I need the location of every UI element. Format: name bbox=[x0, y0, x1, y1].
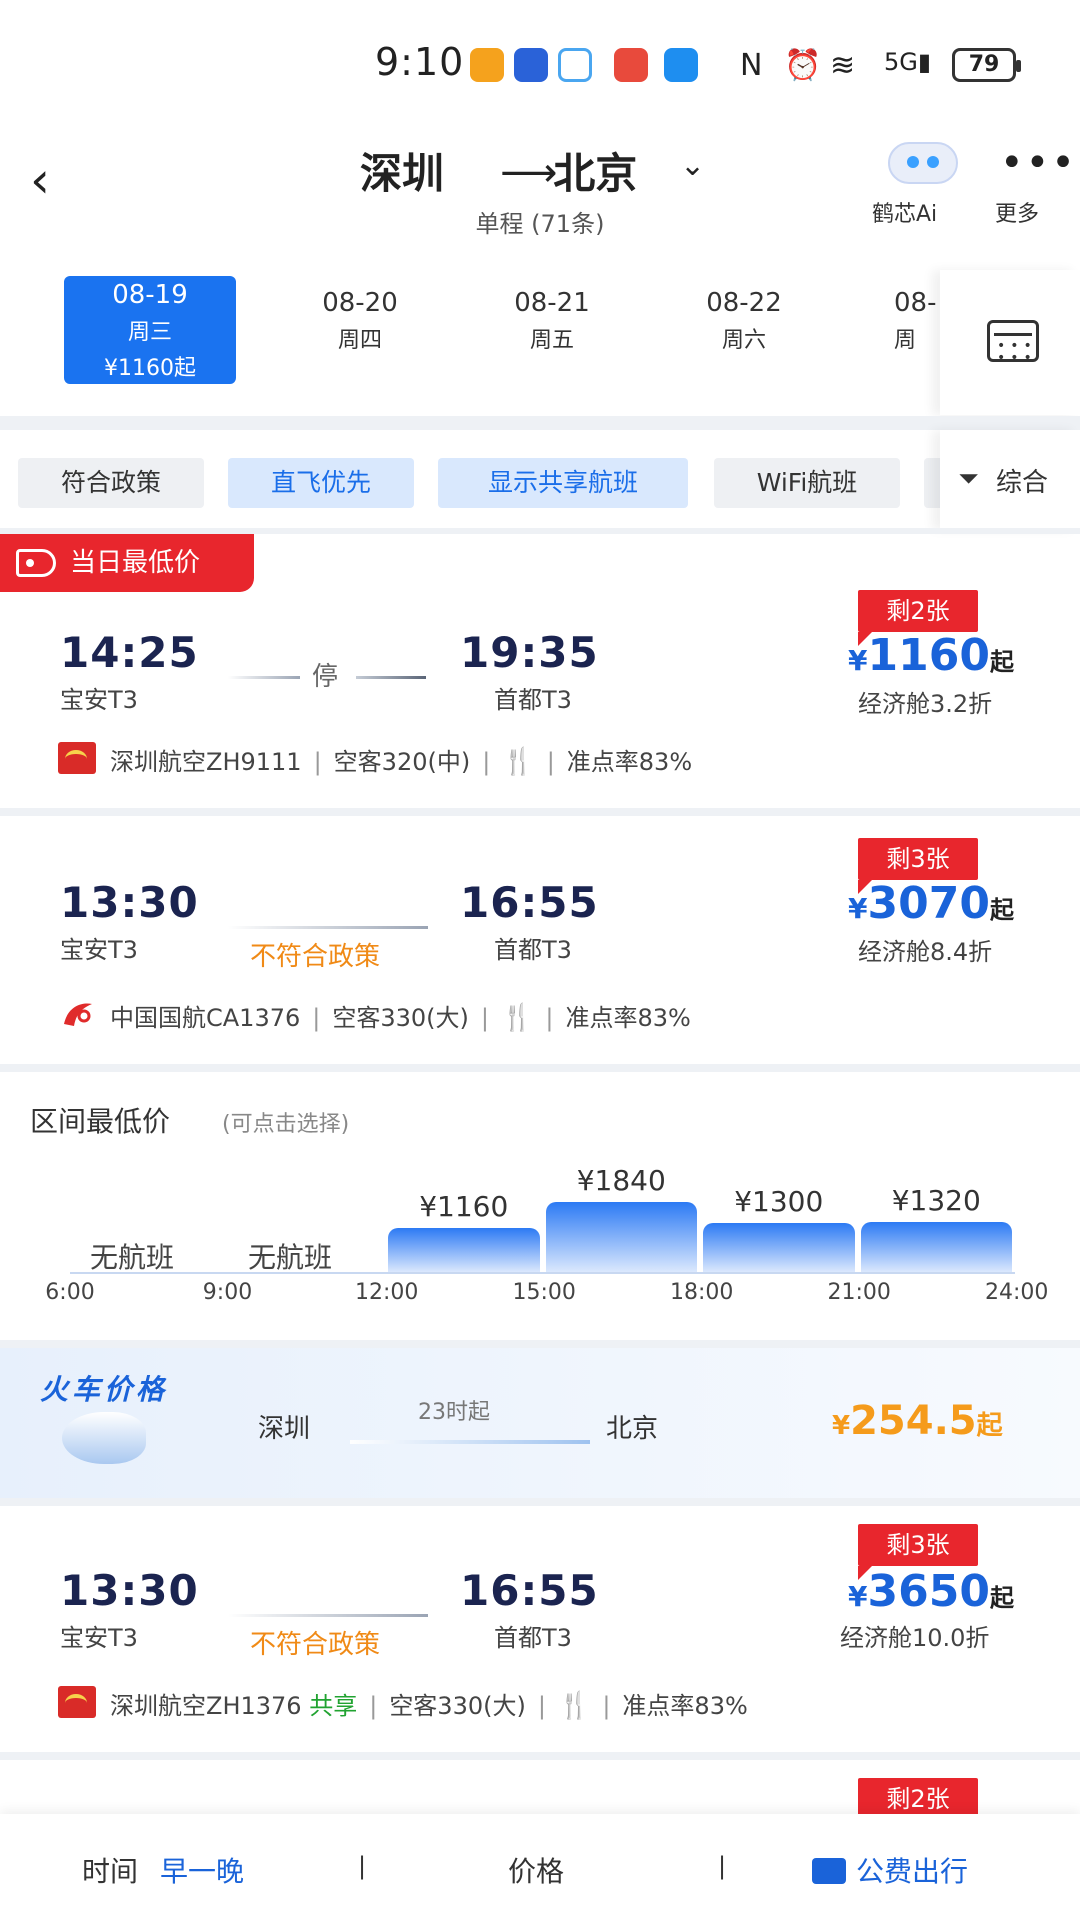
time-tick-label: 21:00 bbox=[827, 1280, 891, 1305]
back-button[interactable]: ‹ bbox=[30, 152, 76, 212]
interval-bar[interactable] bbox=[388, 1228, 540, 1272]
filter-chip-shared[interactable]: 显示共享航班 bbox=[438, 458, 688, 508]
date-tab[interactable]: 08- 周 bbox=[850, 278, 940, 384]
date-tab-active[interactable]: 08-19 周三 ¥1160起 bbox=[64, 276, 236, 384]
date-tab[interactable]: 08-22 周六 bbox=[658, 278, 830, 384]
time-tick-label: 18:00 bbox=[670, 1280, 734, 1305]
more-icon[interactable]: ••• bbox=[1000, 143, 1077, 183]
interval-bar-label: ¥1840 bbox=[576, 1164, 666, 1197]
bottom-separator: | bbox=[718, 1852, 727, 1880]
filter-chip-policy[interactable]: 符合政策 bbox=[18, 458, 204, 508]
interval-bar[interactable] bbox=[703, 1223, 855, 1272]
chat-icon bbox=[558, 48, 592, 82]
status-bar: 9:10 N ⏰ ≋ 5G▮ 79 bbox=[0, 0, 1080, 120]
card-divider bbox=[0, 1498, 1080, 1506]
currency-symbol: ¥ bbox=[832, 1411, 851, 1441]
date-tab[interactable]: 08-21 周五 bbox=[466, 278, 638, 384]
briefcase-icon[interactable] bbox=[812, 1858, 846, 1884]
interval-bar-label: ¥1160 bbox=[419, 1190, 509, 1223]
filter-chip-direct[interactable]: 直飞优先 bbox=[228, 458, 414, 508]
card-divider bbox=[0, 1340, 1080, 1348]
app-notification-icon bbox=[514, 48, 548, 82]
time-tick-label: 6:00 bbox=[45, 1280, 95, 1305]
weekday-label: 周三 bbox=[127, 320, 172, 345]
interval-subtitle: (可点击选择) bbox=[222, 1112, 350, 1137]
date-label: 08- bbox=[894, 288, 937, 318]
weekday-label: 周 bbox=[894, 328, 917, 353]
ai-assistant-label[interactable]: 鹤芯Ai bbox=[872, 196, 937, 228]
app-notification-icon bbox=[664, 48, 698, 82]
interval-bar-label: ¥1300 bbox=[734, 1185, 824, 1218]
train-icon bbox=[62, 1412, 146, 1464]
card-divider bbox=[0, 808, 1080, 816]
flight-card[interactable] bbox=[0, 1506, 1080, 1750]
more-label[interactable]: 更多 bbox=[995, 196, 1039, 228]
robot-icon[interactable] bbox=[888, 142, 958, 184]
battery-icon: 79 bbox=[952, 48, 1021, 82]
weekday-label: 周四 bbox=[337, 328, 382, 353]
time-tick-label: 15:00 bbox=[512, 1280, 576, 1305]
status-time: 9:10 bbox=[375, 40, 465, 84]
flight-card[interactable] bbox=[0, 534, 1080, 804]
card-divider bbox=[0, 1064, 1080, 1072]
weekday-label: 周六 bbox=[721, 328, 766, 353]
origin-city: 深圳 bbox=[360, 149, 445, 198]
sort-time-order[interactable]: 早一晚 bbox=[160, 1850, 244, 1890]
date-price: ¥1160起 bbox=[104, 356, 196, 381]
bottom-separator: | bbox=[358, 1852, 367, 1880]
date-label: 08-22 bbox=[706, 288, 782, 318]
interval-bar-label: ¥1320 bbox=[891, 1184, 981, 1217]
nfc-icon: N bbox=[740, 48, 763, 83]
route-title[interactable]: 深圳 北京 bbox=[360, 140, 637, 201]
time-tick-label: 24:00 bbox=[985, 1280, 1049, 1305]
date-label: 08-19 bbox=[112, 280, 188, 310]
app-notification-icon bbox=[470, 48, 504, 82]
train-time: 23时起 bbox=[418, 1400, 490, 1425]
interval-bar[interactable] bbox=[860, 1222, 1012, 1272]
chevron-down-icon[interactable]: ⌄ bbox=[680, 148, 705, 183]
flight-card[interactable] bbox=[0, 816, 1080, 1062]
divider bbox=[0, 416, 1080, 430]
business-travel-button[interactable]: 公费出行 bbox=[856, 1850, 968, 1890]
card-divider bbox=[0, 1752, 1080, 1760]
route-arrow-icon: ⟶ bbox=[500, 150, 558, 196]
app-notification-icon bbox=[614, 48, 648, 82]
alarm-icon: ⏰ bbox=[784, 48, 822, 83]
date-label: 08-21 bbox=[514, 288, 590, 318]
date-label: 08-20 bbox=[322, 288, 398, 318]
weekday-label: 周五 bbox=[529, 328, 574, 353]
signal-icon: 5G▮ bbox=[884, 48, 932, 76]
price-suffix: 起 bbox=[976, 1411, 1003, 1441]
train-title: 火车价格 bbox=[40, 1373, 169, 1406]
interval-title: 区间最低价 bbox=[30, 1105, 171, 1138]
filter-chip-wifi[interactable]: WiFi航班 bbox=[714, 458, 900, 508]
no-flight-label: 无航班 bbox=[90, 1241, 175, 1274]
date-tab[interactable]: 08-20 周四 bbox=[274, 278, 446, 384]
train-route-line bbox=[350, 1440, 590, 1444]
time-axis bbox=[70, 1272, 1015, 1274]
train-price-value: 254.5 bbox=[850, 1398, 977, 1444]
calendar-dots: ••• ••• bbox=[997, 338, 1037, 366]
no-flight-label: 无航班 bbox=[248, 1241, 333, 1274]
time-tick-label: 9:00 bbox=[202, 1280, 253, 1305]
filter-icon[interactable]: ⏷ bbox=[958, 464, 979, 495]
train-destination: 北京 bbox=[606, 1414, 659, 1444]
sort-time-label[interactable]: 时间 bbox=[82, 1850, 138, 1890]
train-price: ¥254.5起 bbox=[832, 1398, 1003, 1444]
time-tick-label: 12:00 bbox=[355, 1280, 419, 1305]
interval-bar[interactable] bbox=[545, 1202, 697, 1272]
wifi-icon: ≋ bbox=[830, 48, 856, 83]
destination-city: 北京 bbox=[553, 149, 638, 198]
sort-button[interactable]: 综合 bbox=[996, 462, 1048, 499]
train-origin: 深圳 bbox=[258, 1414, 311, 1444]
sort-price-button[interactable]: 价格 bbox=[508, 1850, 564, 1890]
